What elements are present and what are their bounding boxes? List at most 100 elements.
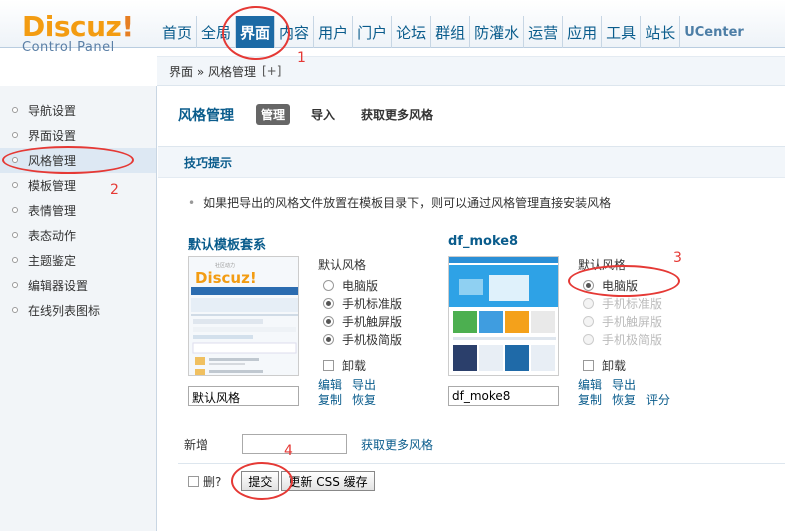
add-favorite-link[interactable]: [+] <box>262 64 281 78</box>
sidebar-item-label: 表情管理 <box>28 204 77 218</box>
nav-forum[interactable]: 论坛 <box>392 16 432 48</box>
restore-link[interactable]: 恢复 <box>352 393 376 408</box>
sidebar-item-online-icons[interactable]: 在线列表图标 <box>0 298 156 323</box>
sidebar-item-label: 风格管理 <box>28 154 77 168</box>
export-link[interactable]: 导出 <box>612 378 636 393</box>
nav-groups[interactable]: 群组 <box>431 16 471 48</box>
sidebar-item-label: 导航设置 <box>28 104 77 118</box>
nav-operations[interactable]: 运营 <box>524 16 564 48</box>
radio-button[interactable] <box>583 279 594 291</box>
edit-link[interactable]: 编辑 <box>578 378 602 393</box>
nav-apps[interactable]: 应用 <box>563 16 603 48</box>
nav-users[interactable]: 用户 <box>314 16 354 48</box>
new-style-input[interactable] <box>242 434 348 454</box>
copy-link[interactable]: 复制 <box>318 393 342 408</box>
tab-get-more-styles[interactable]: 获取更多风格 <box>356 104 438 125</box>
theme-actions: 编辑 导出 复制 恢复 评分 <box>578 378 670 408</box>
theme-name: df_moke8 <box>448 234 519 249</box>
form-footer: 删? 提交 更新 CSS 缓存 <box>188 471 375 491</box>
sidebar-item-label: 表态动作 <box>28 229 77 243</box>
nav-global[interactable]: 全局 <box>197 16 237 48</box>
device-options: 默认风格 电脑版 手机标准版 手机触屏版 手机极简版 卸载 <box>318 256 402 374</box>
logo-wordmark: Discuz! <box>22 10 134 43</box>
nav-home[interactable]: 首页 <box>158 16 198 48</box>
sidebar-item-smilies[interactable]: 表情管理 <box>0 198 156 223</box>
sidebar-item-templates[interactable]: 模板管理 <box>0 173 156 198</box>
bullet-icon <box>12 132 18 138</box>
radio-mobile-touch[interactable]: 手机触屏版 <box>318 312 402 330</box>
nav-ucenter[interactable]: UCenter <box>680 16 748 48</box>
sidebar-item-style-management[interactable]: 风格管理 <box>0 148 156 173</box>
radio-pc[interactable]: 电脑版 <box>578 276 662 294</box>
radio-mobile-touch: 手机触屏版 <box>578 312 662 330</box>
theme-preview-thumbnail[interactable]: Discuz! 社区动力 <box>188 256 299 376</box>
edit-link[interactable]: 编辑 <box>318 378 342 393</box>
nav-antispam[interactable]: 防灌水 <box>470 16 525 48</box>
uninstall-checkbox[interactable]: 卸载 <box>578 356 662 374</box>
nav-webmaster[interactable]: 站长 <box>641 16 681 48</box>
checkbox[interactable] <box>323 359 334 371</box>
theme-name-input[interactable]: df_moke8 <box>448 386 559 406</box>
radio-button[interactable] <box>323 315 334 327</box>
theme-actions: 编辑 导出 复制 恢复 <box>318 378 386 408</box>
radio-mobile-standard: 手机标准版 <box>578 294 662 312</box>
rate-link[interactable]: 评分 <box>646 393 670 408</box>
theme-preview-thumbnail[interactable] <box>448 256 559 376</box>
top-header: Discuz! Control Panel 首页 全局 界面 内容 用户 门户 … <box>0 0 785 55</box>
discuz-logo: Discuz! Control Panel <box>22 10 152 56</box>
radio-pc[interactable]: 电脑版 <box>318 276 402 294</box>
bullet-icon <box>12 282 18 288</box>
main-content: 风格管理 管理 导入 获取更多风格 技巧提示 • 如果把导出的风格文件放置在模板… <box>158 86 785 531</box>
checkbox[interactable] <box>583 359 594 371</box>
bullet-icon <box>12 307 18 313</box>
sidebar-item-interface-settings[interactable]: 界面设置 <box>0 123 156 148</box>
bullet-icon <box>12 107 18 113</box>
theme-name-input[interactable]: 默认风格 <box>188 386 299 406</box>
sidebar-item-navigation[interactable]: 导航设置 <box>0 98 156 123</box>
annotation-number: 2 <box>110 182 119 198</box>
refresh-css-cache-button[interactable]: 更新 CSS 缓存 <box>281 471 375 491</box>
main-nav: 首页 全局 界面 内容 用户 门户 论坛 群组 防灌水 运营 应用 工具 站长 … <box>158 16 748 48</box>
sidebar-item-editor-settings[interactable]: 编辑器设置 <box>0 273 156 298</box>
default-style-caption: 默认风格 <box>318 258 367 272</box>
radio-mobile-lite: 手机极简版 <box>578 330 662 348</box>
copy-link[interactable]: 复制 <box>578 393 602 408</box>
tab-import[interactable]: 导入 <box>306 104 340 125</box>
svg-text:社区动力: 社区动力 <box>215 262 235 269</box>
submit-button[interactable]: 提交 <box>241 471 280 491</box>
radio-button <box>583 297 594 309</box>
sidebar-item-label: 编辑器设置 <box>28 279 89 293</box>
radio-button[interactable] <box>323 297 334 309</box>
tip-item: • 如果把导出的风格文件放置在模板目录下，则可以通过风格管理直接安装风格 <box>188 194 611 211</box>
uninstall-checkbox[interactable]: 卸载 <box>318 356 402 374</box>
divider <box>178 463 785 464</box>
sidebar: 导航设置 界面设置 风格管理 模板管理 表情管理 表态动作 主题鉴定 编辑器设置… <box>0 86 157 531</box>
nav-tools[interactable]: 工具 <box>602 16 642 48</box>
theme-name: 默认模板套系 <box>188 238 267 253</box>
radio-button[interactable] <box>323 279 334 291</box>
nav-interface[interactable]: 界面 <box>236 16 276 48</box>
tips-heading: 技巧提示 <box>158 146 785 178</box>
radio-mobile-standard[interactable]: 手机标准版 <box>318 294 402 312</box>
export-link[interactable]: 导出 <box>352 378 376 393</box>
sidebar-item-reactions[interactable]: 表态动作 <box>0 223 156 248</box>
delete-checkbox[interactable] <box>188 475 199 487</box>
get-more-styles-link[interactable]: 获取更多风格 <box>361 436 433 453</box>
radio-button[interactable] <box>323 333 334 345</box>
annotation-number: 1 <box>297 50 306 66</box>
nav-portal[interactable]: 门户 <box>353 16 393 48</box>
discuz-default-preview-image: Discuz! 社区动力 <box>189 257 298 375</box>
sidebar-item-label: 主题鉴定 <box>28 254 77 268</box>
breadcrumb-path: 界面 » 风格管理 <box>169 64 256 79</box>
title-row: 风格管理 管理 导入 获取更多风格 <box>178 104 454 125</box>
radio-mobile-lite[interactable]: 手机极简版 <box>318 330 402 348</box>
sidebar-item-thread-stamps[interactable]: 主题鉴定 <box>0 248 156 273</box>
bullet-icon <box>12 232 18 238</box>
add-label: 新增 <box>184 437 209 452</box>
nav-content[interactable]: 内容 <box>275 16 315 48</box>
sidebar-item-label: 在线列表图标 <box>28 304 101 318</box>
restore-link[interactable]: 恢复 <box>612 393 636 408</box>
tab-manage[interactable]: 管理 <box>256 104 291 125</box>
sidebar-item-label: 模板管理 <box>28 179 77 193</box>
bullet-icon <box>12 257 18 263</box>
